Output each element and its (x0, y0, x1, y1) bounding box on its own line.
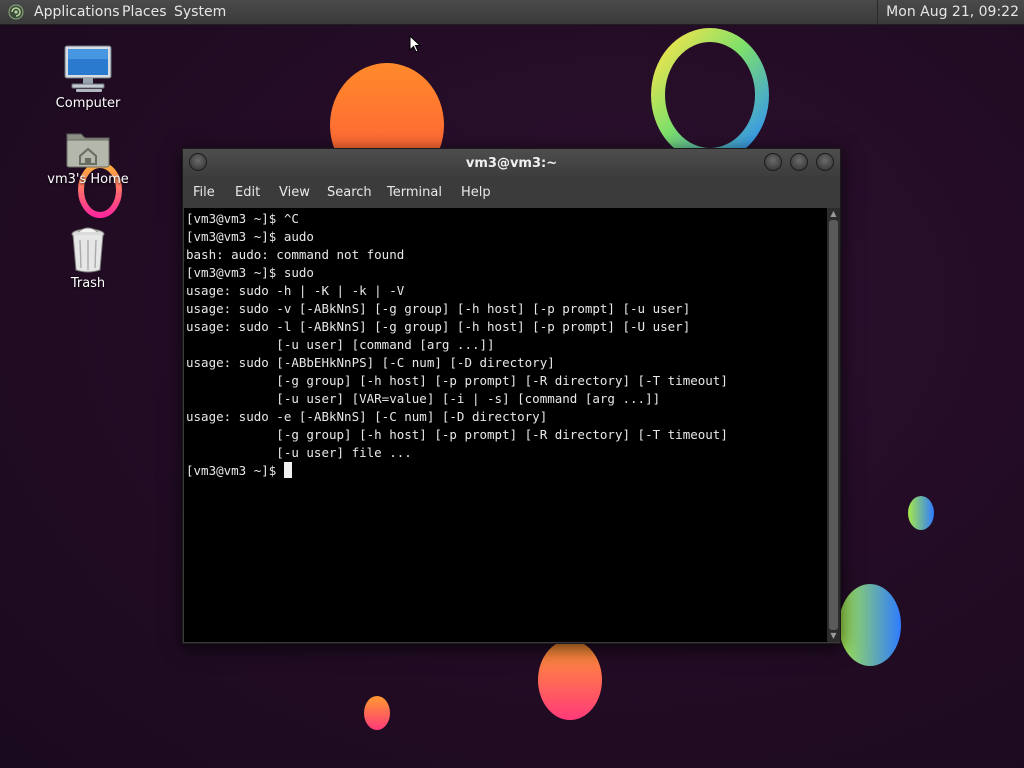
text-cursor (283, 462, 292, 478)
terminal-line: [-g group] [-h host] [-p prompt] [-R dir… (186, 427, 728, 442)
places-menu[interactable]: Places (122, 4, 167, 20)
desktop-icon-trash[interactable]: Trash (33, 226, 143, 291)
terminal-line: [vm3@vm3 ~]$ audo (186, 229, 314, 244)
desktop-icon-home[interactable]: vm3's Home (33, 128, 143, 187)
terminal-line: [vm3@vm3 ~]$ ^C (186, 211, 299, 226)
menu-file[interactable]: File (193, 185, 215, 200)
terminal-menubar: File Edit View Search Terminal Help (183, 179, 840, 208)
menu-edit[interactable]: Edit (235, 185, 260, 200)
menu-search[interactable]: Search (327, 185, 372, 200)
terminal-prompt: [vm3@vm3 ~]$ (186, 463, 284, 478)
terminal-line: [-u user] [VAR=value] [-i | -s] [command… (186, 391, 661, 406)
applications-menu[interactable]: Applications (34, 4, 120, 20)
terminal-window[interactable]: vm3@vm3:~ File Edit View Search Terminal… (182, 148, 841, 644)
terminal-line: usage: sudo -l [-ABkNnS] [-g group] [-h … (186, 319, 691, 334)
desktop-icon-label: Computer (55, 96, 121, 111)
top-panel: Applications Places System Mon Aug 21, 0… (0, 0, 1024, 25)
system-menu[interactable]: System (174, 4, 226, 20)
window-title: vm3@vm3:~ (465, 156, 558, 171)
desktop-icon-label: Trash (70, 276, 106, 291)
menu-terminal[interactable]: Terminal (387, 185, 442, 200)
terminal-line: [-g group] [-h host] [-p prompt] [-R dir… (186, 373, 728, 388)
terminal-line: [-u user] file ... (186, 445, 412, 460)
terminal-titlebar[interactable]: vm3@vm3:~ (183, 149, 840, 179)
menu-view[interactable]: View (279, 185, 310, 200)
terminal-output[interactable]: [vm3@vm3 ~]$ ^C [vm3@vm3 ~]$ audo bash: … (184, 208, 827, 642)
home-folder-icon (66, 133, 110, 168)
terminal-line: usage: sudo [-ABbEHkNnPS] [-C num] [-D d… (186, 355, 555, 370)
distro-logo-icon[interactable] (8, 4, 24, 20)
computer-icon (64, 45, 112, 92)
desktop-icon-label: vm3's Home (47, 172, 129, 187)
terminal-line: bash: audo: command not found (186, 247, 405, 262)
close-button[interactable] (816, 153, 834, 171)
scroll-up-icon[interactable]: ▲ (827, 209, 840, 219)
scroll-down-icon[interactable]: ▼ (827, 631, 840, 641)
scrollbar-thumb[interactable] (829, 220, 838, 630)
terminal-line: usage: sudo -h | -K | -k | -V (186, 283, 405, 298)
minimize-button[interactable] (764, 153, 782, 171)
menu-help[interactable]: Help (461, 185, 491, 200)
terminal-line: [vm3@vm3 ~]$ sudo (186, 265, 314, 280)
terminal-line: usage: sudo -v [-ABkNnS] [-g group] [-h … (186, 301, 691, 316)
trash-icon (71, 227, 105, 273)
terminal-line: usage: sudo -e [-ABkNnS] [-C num] [-D di… (186, 409, 548, 424)
desktop-icon-computer[interactable]: Computer (33, 44, 143, 111)
mouse-pointer-icon (409, 35, 421, 53)
panel-clock[interactable]: Mon Aug 21, 09:22 (877, 0, 1024, 25)
terminal-scrollbar[interactable]: ▲ ▼ (827, 208, 840, 642)
terminal-line: [-u user] [command [arg ...]] (186, 337, 495, 352)
maximize-button[interactable] (790, 153, 808, 171)
